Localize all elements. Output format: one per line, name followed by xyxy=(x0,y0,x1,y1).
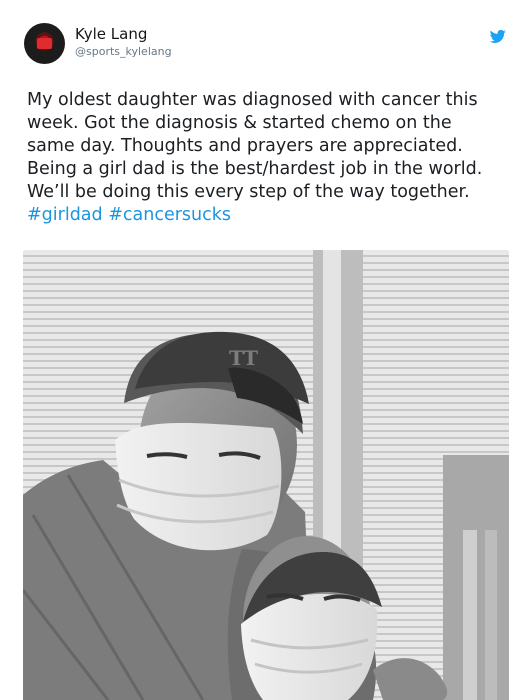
hashtag-cancersucks[interactable]: #cancersucks xyxy=(108,205,231,225)
display-name[interactable]: Kyle Lang xyxy=(75,26,172,43)
photo-image: TT xyxy=(23,250,509,700)
cap-logo: TT xyxy=(229,346,258,370)
user-handle[interactable]: @sports_kylelang xyxy=(75,45,172,58)
tweet-line: week. Got the diagnosis & started chemo … xyxy=(27,113,452,133)
avatar-picture xyxy=(37,38,52,49)
tweet-line: same day. Thoughts and prayers are appre… xyxy=(27,136,463,156)
twitter-bird-icon[interactable] xyxy=(490,29,506,44)
hashtags: #girldad #cancersucks xyxy=(27,204,517,227)
tweet-text: My oldest daughter was diagnosed with ca… xyxy=(27,89,517,227)
tweet-header: Kyle Lang @sports_kylelang xyxy=(23,22,509,66)
hashtag-girldad[interactable]: #girldad xyxy=(27,205,103,225)
tweet-photo[interactable]: TT xyxy=(23,250,509,700)
avatar[interactable] xyxy=(24,23,65,64)
tweet-line: Being a girl dad is the best/hardest job… xyxy=(27,159,483,179)
user-names: Kyle Lang @sports_kylelang xyxy=(75,26,172,59)
tweet-line: My oldest daughter was diagnosed with ca… xyxy=(27,90,478,110)
tweet-line: We’ll be doing this every step of the wa… xyxy=(27,182,470,202)
tweet-card: Kyle Lang @sports_kylelang My oldest dau… xyxy=(0,0,532,700)
